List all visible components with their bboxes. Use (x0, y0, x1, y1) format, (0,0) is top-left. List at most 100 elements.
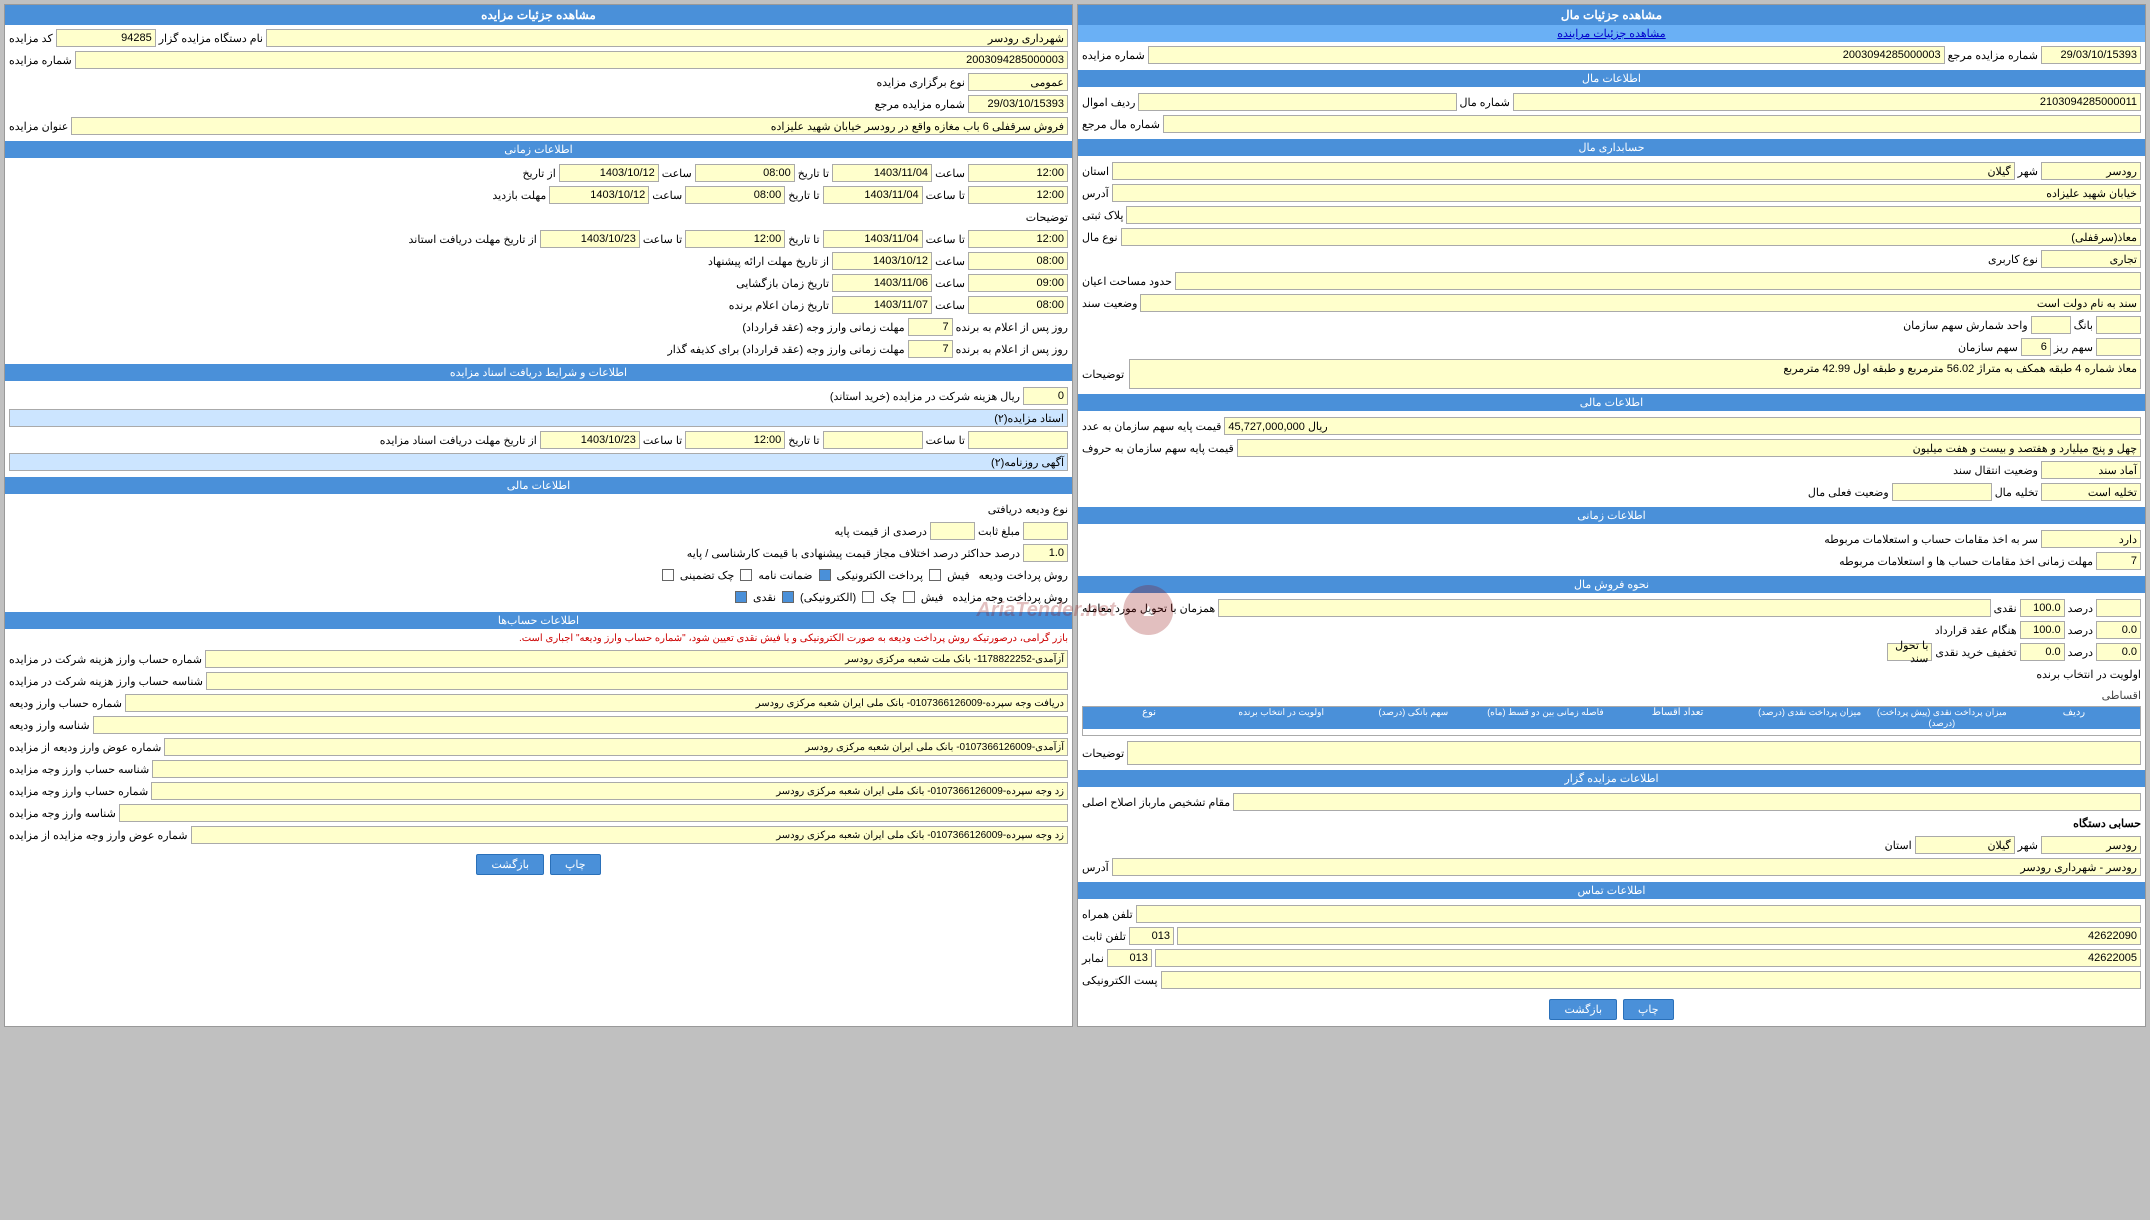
left-bazgasht-button[interactable]: بازگشت (1549, 999, 1617, 1020)
mablagh-sabit-label: مبلغ ثابت (978, 525, 1020, 538)
account2-id-label: شناسه وارز ودیعه (9, 719, 90, 732)
col4: تعداد اقساط (1612, 707, 1744, 729)
check-tahminat-checkbox[interactable] (662, 569, 674, 581)
fesh-vadieh-checkbox[interactable] (929, 569, 941, 581)
device-name-label: نام دستگاه مزایده گزار (159, 32, 263, 45)
mohlet-aqd-label: مهلت زمانی وارز وجه (عقد قرارداد) (742, 321, 904, 334)
contact-header: اطلاعات تماس (1078, 882, 2145, 899)
mohlet-zaman-field: 7 (2096, 552, 2141, 570)
account2-field: دریافت وجه سپرده-0107366126009- بانک ملی… (125, 694, 1068, 712)
account3-id-label: شناسه حساب وارز وجه مزایده (9, 763, 149, 776)
auction-number-right-field: 2003094285000003 (75, 51, 1068, 69)
ta-saeat-field: 12:00 (968, 164, 1068, 182)
tarikh-enteshar-field: 1403/10/12 (559, 164, 659, 182)
tahvil-pct-label: درصد (2068, 624, 2093, 637)
ta-saeat-label: ساعت (935, 167, 965, 180)
ostad-from-saeat-label: تا ساعت (643, 233, 682, 246)
pardakht-elec-label: پرداخت الکترونیکی (837, 569, 924, 582)
tel-sabit-label: تلفن ثابت (1082, 930, 1126, 943)
ekhtelaf-right-label: حداکثر درصد اختلاف مجاز قیمت پیشنهادی با… (687, 547, 992, 560)
gheimat-harfi-field: چهل و پنج میلیارد و هفتصد و بیست و هفت م… (1237, 439, 2141, 457)
cheque-vadieh-checkbox[interactable] (740, 569, 752, 581)
ostan-label: استان (1082, 165, 1109, 178)
agahi-label-field[interactable]: آگهی روزنامه(۲) (9, 453, 1068, 471)
col6: سهم بانکی (درصد) (1347, 707, 1479, 729)
hodood-field (1175, 272, 2141, 290)
bar-hesab-label: سر به اخذ مقامات حساب و استعلامات مربوطه (1824, 533, 2038, 546)
eqsat-table: ردیف میزان پرداخت نقدی (پیش پرداخت) (درص… (1082, 706, 2141, 736)
right-chap-button[interactable]: چاپ (550, 854, 601, 875)
bazgoshay-tarikh-label: تاریخ (807, 277, 829, 290)
ostan-field: گیلان (1112, 162, 2015, 180)
bazdid-label: مهلت بازدید (492, 189, 546, 202)
fesh2-label: فیش (921, 591, 944, 604)
ekhtelaf-right-field: 1.0 (1023, 544, 1068, 562)
right-main-header: مشاهده جزئیات مزایده (5, 5, 1072, 25)
sahmRiz-field (2096, 338, 2141, 356)
vazifegodar-label: مهلت زمانی وارز وجه (عقد قرارداد) برای ک… (668, 343, 905, 356)
ref-number-field: 29/03/10/15393 (2041, 46, 2141, 64)
dariyaft-ostad2-from-saeat-field: 12:00 (685, 431, 785, 449)
pardakht-elec-checkbox[interactable] (819, 569, 831, 581)
gheimat-base-label: قیمت پایه سهم سازمان به عدد (1082, 420, 1221, 433)
vaziat-entegal-label: وضعیت انتقال سند (1953, 464, 2038, 477)
ostad-from-saeat-field: 12:00 (685, 230, 785, 248)
city-field: رودسر (2041, 162, 2141, 180)
vahedSahm-label: واحد شمارش سهم سازمان (1903, 319, 2028, 332)
saeat-label: ساعت (662, 167, 692, 180)
dariyaft-ostad2-label: مهلت دریافت اسناد مزایده (380, 434, 501, 447)
dariyaft-ostad2-from-label: از تاریخ (504, 434, 537, 447)
address2-label: آدرس (1082, 861, 1109, 874)
takhfif-label: تخفیف خرید نقدی (1935, 646, 2016, 659)
ostad-to-field: 1403/11/04 (823, 230, 923, 248)
left-chap-button[interactable]: چاپ (1623, 999, 1674, 1020)
col8: نوع (1083, 707, 1215, 729)
vahedSahm-field (2031, 316, 2071, 334)
fesh2-checkbox[interactable] (903, 591, 915, 603)
bazdid-from-saeat-field: 08:00 (685, 186, 785, 204)
left-button-row: چاپ بازگشت (1078, 993, 2145, 1026)
saeat-enteshar-field: 08:00 (695, 164, 795, 182)
cheque2-checkbox[interactable] (862, 591, 874, 603)
ostad-label-field[interactable]: استاد مزایده(۲) (9, 409, 1068, 427)
account3-label: شماره عوض وارز ودیعه از مزایده (9, 741, 161, 754)
elec-checkbox[interactable] (782, 591, 794, 603)
auction-number-field: 2003094285000003 (1148, 46, 1945, 64)
breadcrumb-link[interactable]: مشاهده جزئیات مراینده (1557, 28, 1665, 40)
naghd-vojh-checkbox[interactable] (735, 591, 747, 603)
fax-label: نمابر (1082, 952, 1104, 965)
address-label: آدرس (1082, 187, 1109, 200)
tozihat-right-label: توضیحات (1026, 211, 1068, 224)
elam-saeat-field: 08:00 (968, 296, 1068, 314)
right-bazgasht-button[interactable]: بازگشت (476, 854, 544, 875)
erae-saeat-label: ساعت (935, 255, 965, 268)
onvan-label: عنوان مزایده (9, 120, 68, 133)
address2-field: رودسر - شهرداری رودسر (1112, 858, 2141, 876)
naghd-vojh-label: نقدی (753, 591, 776, 604)
noeKarbar-field: تجاری (2041, 250, 2141, 268)
hesabdari-header: حسابداری مال (1078, 139, 2145, 156)
cheque2-label: چک (880, 591, 897, 604)
col3: میزان پرداخت نقدی (درصد) (1744, 707, 1876, 729)
ref-number-label: شماره مزایده مرجع (1948, 49, 2038, 62)
zaman-header: اطلاعات زمانی (1078, 507, 2145, 524)
avoliat-label: اولویت در انتخاب برنده (2036, 668, 2141, 681)
dariyaft-ostad2-from-saeat-label: تا ساعت (643, 434, 682, 447)
device-name-field: شهرداری رودسر (266, 29, 1068, 47)
naghd-val-field: 100.0 (2020, 599, 2065, 617)
auction-number-label: شماره مزایده (1082, 49, 1145, 62)
derasd-right-unit: درصد (995, 547, 1020, 560)
ta-tarikh-field: 1403/11/04 (832, 164, 932, 182)
address-field: خیابان شهید علیزاده (1112, 184, 2141, 202)
sanad-pct-label: درصد (2068, 646, 2093, 659)
vaziat-tahliye2-field (1892, 483, 1992, 501)
sahmSazman-label: سهم سازمان (1958, 341, 2018, 354)
sanad-val-field: 0.0 (2096, 643, 2141, 661)
ostan2-field: گیلان (1915, 836, 2015, 854)
naghd-pct-label: درصد (2068, 602, 2093, 615)
left-breadcrumb[interactable]: مشاهده جزئیات مراینده (1078, 25, 2145, 42)
ostad-to-saeat-label: تا ساعت (926, 233, 965, 246)
vaziatSanad-label: وضعیت سند (1082, 297, 1137, 310)
account1-id-field (206, 672, 1068, 690)
ref-right-field: 29/03/10/15393 (968, 95, 1068, 113)
